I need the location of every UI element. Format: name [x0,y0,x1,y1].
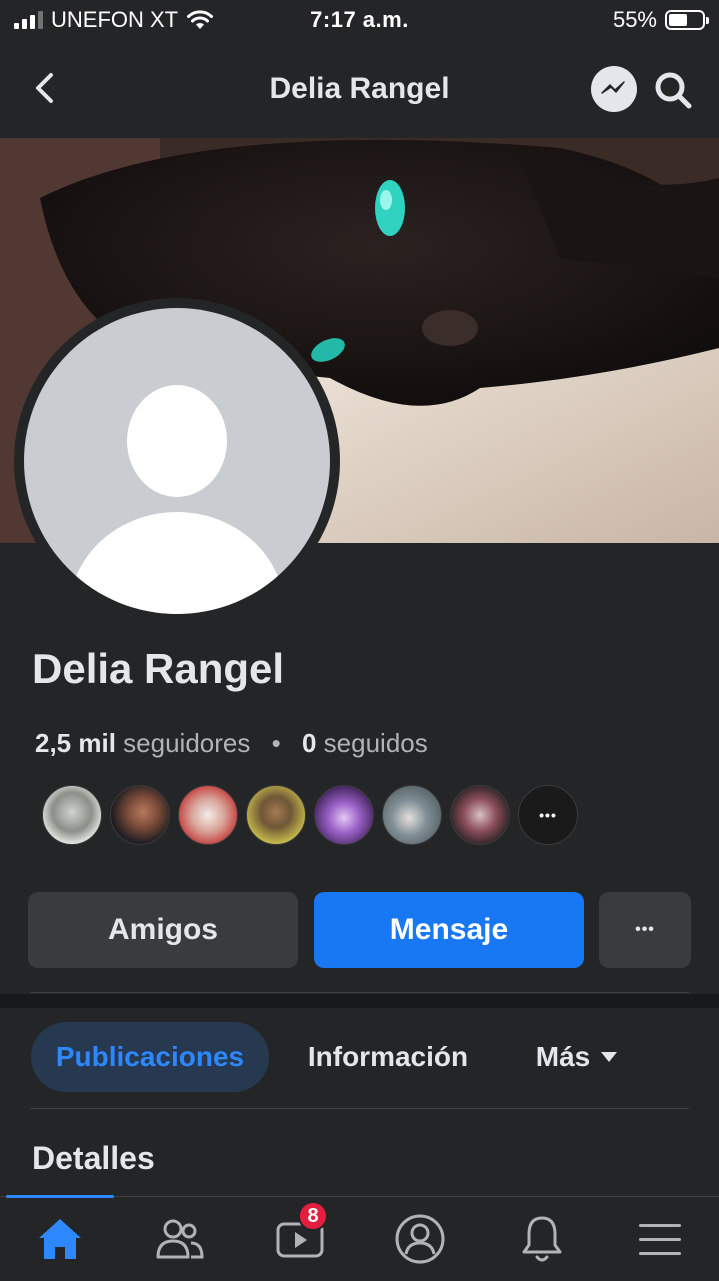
message-button[interactable]: Mensaje [314,892,584,968]
clock: 7:17 a.m. [310,7,409,32]
tab-more-label: Más [535,1041,591,1072]
bottom-nav: 8 [0,1195,719,1281]
divider [30,992,689,993]
friends-glyph [156,1219,204,1259]
friend-avatar[interactable] [178,785,238,845]
friend-avatar[interactable] [450,785,510,845]
followers-count: 2,5 mil [35,728,116,758]
tab-info[interactable]: Información [290,1022,486,1092]
divider [30,1108,689,1109]
following-label: seguidos [323,728,428,758]
more-dots-icon: ••• [539,807,557,823]
battery-fill [669,14,687,26]
friend-avatar[interactable] [110,785,170,845]
default-avatar-icon [24,308,330,614]
status-bar: UNEFON XT 7:17 a.m. 55% [0,0,719,44]
avatar-head [127,385,227,497]
friends-preview: ••• [42,785,578,845]
home-glyph [39,1219,81,1259]
top-nav-bar: Delia Rangel [0,44,719,138]
profile-glyph [395,1214,445,1264]
details-heading: Detalles [32,1140,155,1176]
home-icon[interactable] [32,1211,88,1267]
profile-avatar[interactable] [14,298,340,624]
profile-icon[interactable] [392,1211,448,1267]
friends-icon[interactable] [152,1211,208,1267]
followers-label: seguidores [123,728,251,758]
profile-name: Delia Rangel [32,645,285,692]
battery-icon [665,10,709,30]
menu-glyph [639,1224,681,1255]
section-separator [0,994,719,1008]
watch-icon[interactable]: 8 [272,1201,328,1267]
search-icon[interactable] [651,68,695,112]
friends-more-button[interactable]: ••• [518,785,578,845]
friends-button[interactable]: Amigos [28,892,298,968]
bell-glyph [522,1216,562,1262]
avatar-body [69,512,285,614]
friend-avatar[interactable] [314,785,374,845]
friend-avatar[interactable] [246,785,306,845]
messenger-glyph [601,81,625,94]
stats-separator: • [271,728,281,758]
watch-badge: 8 [298,1201,328,1231]
tab-more[interactable]: Más [520,1022,634,1092]
friend-avatar[interactable] [382,785,442,845]
caret-down-icon [601,1052,618,1062]
follow-stats[interactable]: 2,5 mil seguidores • 0 seguidos [35,728,428,759]
battery-group: 55% [612,7,709,33]
following-count: 0 [301,728,317,758]
messenger-icon[interactable] [591,66,637,112]
battery-percent: 55% [612,7,657,32]
bell-icon[interactable] [514,1211,570,1267]
more-dots-icon: ••• [635,921,655,938]
active-tab-indicator [6,1195,114,1198]
more-actions-button[interactable]: ••• [599,892,691,968]
profile-tabs: Publicaciones Información Más [0,1022,719,1094]
friend-avatar[interactable] [42,785,102,845]
menu-icon[interactable] [632,1211,688,1267]
tab-posts[interactable]: Publicaciones [31,1022,269,1092]
